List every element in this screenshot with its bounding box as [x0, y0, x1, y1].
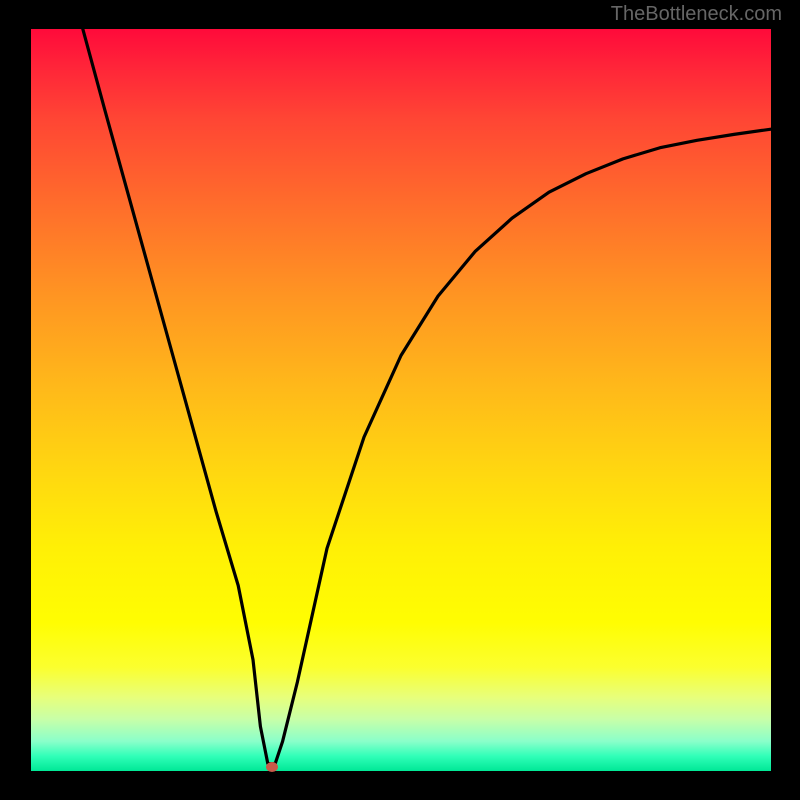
bottleneck-curve — [31, 29, 771, 771]
minimum-marker — [266, 762, 278, 772]
watermark-text: TheBottleneck.com — [611, 3, 782, 26]
chart-container — [0, 0, 800, 800]
